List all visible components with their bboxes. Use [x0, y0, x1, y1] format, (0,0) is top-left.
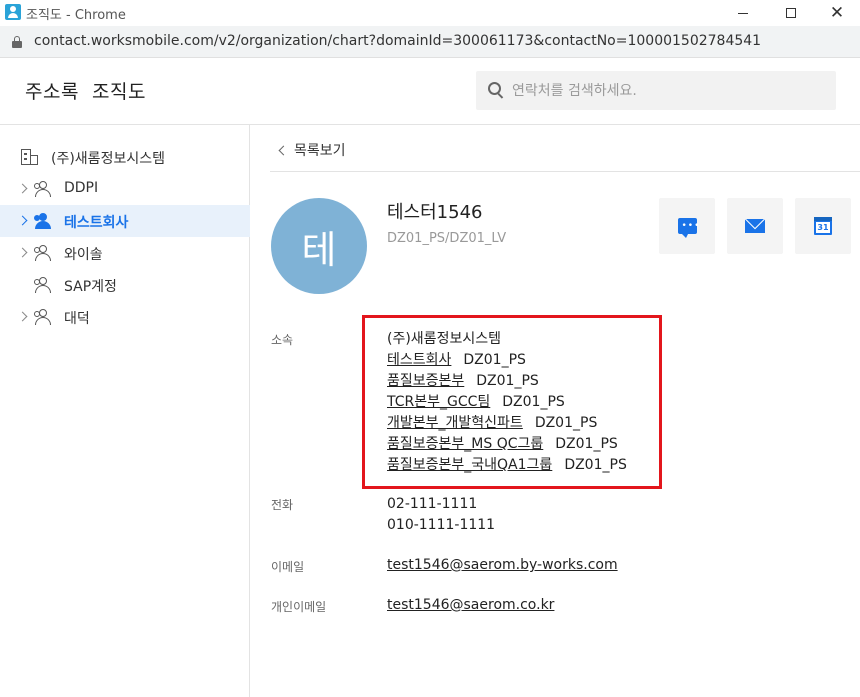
email-label: 이메일 [271, 560, 305, 574]
search-input[interactable] [512, 71, 822, 110]
tree-item-ddpi[interactable]: DDPI [0, 173, 250, 205]
address-bar[interactable]: contact.worksmobile.com/v2/organization/… [0, 26, 860, 58]
close-icon: ✕ [829, 3, 845, 23]
tree-item-sap-account[interactable]: SAP계정 [0, 269, 250, 301]
url-text[interactable]: contact.worksmobile.com/v2/organization/… [34, 33, 761, 49]
maximize-button[interactable] [768, 0, 814, 26]
tree-item-label: SAP계정 [64, 279, 117, 295]
calendar-icon: 31 [814, 217, 832, 235]
email-link[interactable]: test1546@saerom.by-works.com [387, 557, 618, 573]
chevron-right-icon[interactable] [17, 311, 28, 322]
maximize-icon [786, 8, 796, 18]
tree-root-label: (주)새롬정보시스템 [51, 151, 165, 167]
group-icon [34, 213, 52, 229]
group-icon [34, 181, 52, 197]
phone-list: 02-111-1111 010-1111-1111 [387, 494, 495, 536]
tree-item-label: DDPI [64, 180, 99, 196]
tree-item-label: 와이솔 [64, 247, 103, 263]
back-to-list-link[interactable]: 목록보기 [274, 140, 346, 160]
chevron-right-icon[interactable] [17, 183, 28, 194]
phone-label: 전화 [271, 498, 294, 512]
tree-item-daeduk[interactable]: 대덕 [0, 301, 250, 333]
building-icon [21, 149, 39, 165]
search-box[interactable] [476, 71, 836, 110]
divider [270, 171, 860, 172]
department-label: 소속 [271, 333, 294, 347]
personal-email-label: 개인이메일 [271, 600, 327, 614]
mail-button[interactable] [727, 198, 783, 254]
close-button[interactable]: ✕ [814, 0, 860, 26]
tree-item-test-company[interactable]: 테스트회사 [0, 205, 250, 237]
chevron-right-icon[interactable] [17, 247, 28, 258]
back-to-list-label: 목록보기 [294, 143, 346, 159]
person-position: DZ01_PS/DZ01_LV [387, 231, 507, 246]
chevron-left-icon [278, 145, 289, 155]
page-title: 주소록 조직도 [25, 81, 146, 103]
minimize-button[interactable] [720, 0, 766, 26]
tree-item-label: 테스트회사 [64, 215, 129, 231]
group-icon [34, 309, 52, 325]
personal-email-link[interactable]: test1546@saerom.co.kr [387, 597, 554, 613]
message-button[interactable]: ••• [659, 198, 715, 254]
minimize-icon [738, 12, 748, 14]
org-tree-sidebar: (주)새롬정보시스템 DDPI 테스트회사 와이솔 SAP계정 대덕 [0, 125, 250, 697]
chevron-right-icon[interactable] [17, 215, 28, 226]
avatar: 테 [271, 198, 367, 294]
app-header: 주소록 조직도 [0, 58, 860, 125]
group-icon [34, 245, 52, 261]
mail-icon [745, 219, 765, 233]
chat-icon: ••• [677, 218, 699, 238]
phone-number[interactable]: 02-111-1111 [387, 494, 495, 515]
tree-item-wisol[interactable]: 와이솔 [0, 237, 250, 269]
tree-root[interactable]: (주)새롬정보시스템 [0, 141, 250, 173]
person-name: 테스터1546 [387, 202, 483, 223]
highlight-annotation-box [362, 315, 662, 489]
window-title: 조직도 - Chrome [26, 8, 126, 23]
mobile-number[interactable]: 010-1111-1111 [387, 515, 495, 536]
contacts-app-icon [5, 4, 21, 20]
group-icon [34, 277, 52, 293]
calendar-button[interactable]: 31 [795, 198, 851, 254]
search-icon [488, 82, 505, 99]
lock-icon [12, 36, 22, 48]
window-titlebar: 조직도 - Chrome ✕ [0, 0, 860, 26]
tree-item-label: 대덕 [64, 311, 90, 327]
